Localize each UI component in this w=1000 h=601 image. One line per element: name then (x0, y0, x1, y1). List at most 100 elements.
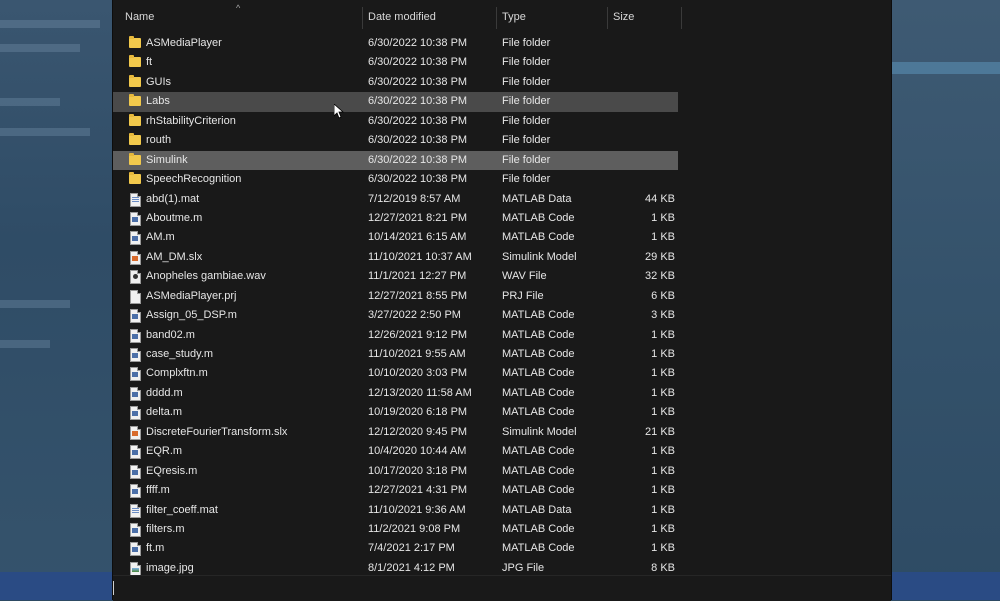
file-row[interactable]: ft.m 7/4/2021 2:17 PM MATLAB Code 1 KB (113, 539, 891, 558)
file-size: 1 KB (651, 328, 675, 341)
file-row[interactable]: GUIs 6/30/2022 10:38 PM File folder (113, 73, 891, 92)
column-header-type[interactable]: Type (502, 5, 526, 29)
file-size: 1 KB (651, 542, 675, 555)
file-row[interactable]: Complxftn.m 10/10/2020 3:03 PM MATLAB Code… (113, 364, 891, 383)
file-date-modified: 6/30/2022 10:38 PM (368, 153, 468, 166)
column-header-date[interactable]: Date modified (368, 5, 436, 29)
file-row[interactable]: ft 6/30/2022 10:38 PM File folder (113, 53, 891, 72)
file-name: ASMediaPlayer.prj (146, 289, 237, 302)
file-type: MATLAB Code (502, 484, 575, 497)
file-row[interactable]: delta.m 10/19/2020 6:18 PM MATLAB Code 1 KB (113, 403, 891, 422)
file-type: MATLAB Code (502, 445, 575, 458)
file-type: MATLAB Data (502, 503, 572, 516)
folder-icon (129, 55, 141, 68)
file-name: abd(1).mat (146, 192, 200, 205)
file-date-modified: 12/12/2020 9:45 PM (368, 425, 468, 438)
file-size: 1 KB (651, 211, 675, 224)
file-row[interactable]: EQresis.m 10/17/2020 3:18 PM MATLAB Code 1 … (113, 462, 891, 481)
matlab-code-icon (130, 386, 141, 401)
file-size: 1 KB (651, 503, 675, 516)
file-row[interactable]: ASMediaPlayer 6/30/2022 10:38 PM File fold… (113, 34, 891, 53)
folder-icon (129, 133, 141, 146)
file-name: GUIs (146, 75, 172, 88)
file-row[interactable]: DiscreteFourierTransform.slx 12/12/2020 9… (113, 423, 891, 442)
file-row[interactable]: filter_coeff.mat 11/10/2021 9:36 AM MATLAB… (113, 501, 891, 520)
wav-file-icon (130, 270, 141, 285)
file-name: SpeechRecognition (146, 173, 242, 186)
file-row[interactable]: EQR.m 10/4/2020 10:44 AM MATLAB Code 1 KB (113, 442, 891, 461)
folder-icon (129, 74, 141, 87)
folder-icon (129, 113, 141, 126)
column-header-name[interactable]: Name (125, 5, 154, 29)
file-date-modified: 11/10/2021 10:37 AM (368, 250, 472, 263)
file-type: MATLAB Data (502, 192, 572, 205)
file-row[interactable]: rhStabilityCriterion 6/30/2022 10:38 PM Fi… (113, 112, 891, 131)
file-date-modified: 6/30/2022 10:38 PM (368, 37, 468, 49)
file-row[interactable]: Simulink 6/30/2022 10:38 PM File folder (113, 150, 678, 171)
column-divider[interactable] (607, 7, 608, 29)
file-date-modified: 12/27/2021 8:21 PM (368, 211, 468, 224)
file-row[interactable]: Aboutme.m 12/27/2021 8:21 PM MATLAB Code 1 … (113, 209, 891, 228)
file-row[interactable]: routh 6/30/2022 10:38 PM File folder (113, 131, 891, 150)
file-type: File folder (502, 134, 551, 147)
file-name: delta.m (146, 406, 183, 419)
file-date-modified: 6/30/2022 10:38 PM (368, 75, 468, 88)
file-name: ft.m (146, 542, 165, 555)
column-divider[interactable] (681, 7, 682, 29)
file-name: Complxftn.m (146, 367, 208, 380)
file-row[interactable]: band02.m 12/26/2021 9:12 PM MATLAB Code 1 K… (113, 326, 891, 345)
file-date-modified: 11/1/2021 12:27 PM (368, 270, 467, 283)
file-size: 3 KB (651, 309, 675, 322)
file-row[interactable]: Assign_05_DSP.m 3/27/2022 2:50 PM MATLAB C… (113, 306, 891, 325)
file-size: 32 KB (645, 270, 675, 283)
file-date-modified: 12/27/2021 4:31 PM (368, 484, 468, 497)
column-divider[interactable] (362, 7, 363, 29)
file-row[interactable]: ASMediaPlayer.prj 12/27/2021 8:55 PM PRJ F… (113, 287, 891, 306)
file-size: 1 KB (651, 386, 675, 399)
text-caret (113, 581, 114, 595)
file-type: MATLAB Code (502, 367, 575, 380)
file-row[interactable]: Anopheles gambiae.wav 11/1/2021 12:27 PM W… (113, 267, 891, 286)
file-row[interactable]: case_study.m 11/10/2021 9:55 AM MATLAB Cod… (113, 345, 891, 364)
matlab-code-icon (130, 445, 141, 460)
file-name: filter_coeff.mat (146, 503, 218, 516)
file-type: Simulink Model (502, 425, 577, 438)
file-row[interactable]: Labs 6/30/2022 10:38 PM File folder (113, 92, 678, 112)
file-date-modified: 6/30/2022 10:38 PM (368, 114, 468, 127)
filename-input-area[interactable] (113, 575, 891, 601)
file-type: MATLAB Code (502, 211, 575, 224)
file-type: MATLAB Code (502, 464, 575, 477)
file-size: 1 KB (651, 522, 675, 535)
file-name: dddd.m (146, 386, 183, 399)
file-row[interactable]: abd(1).mat 7/12/2019 8:57 AM MATLAB Data 44… (113, 190, 891, 209)
file-row[interactable]: SpeechRecognition 6/30/2022 10:38 PM File … (113, 170, 891, 189)
file-row[interactable]: dddd.m 12/13/2020 11:58 AM MATLAB Code 1 KB (113, 384, 891, 403)
file-name: Aboutme.m (146, 211, 203, 224)
file-date-modified: 12/13/2020 11:58 AM (368, 386, 472, 399)
file-date-modified: 11/10/2021 9:55 AM (368, 348, 466, 360)
column-divider[interactable] (496, 7, 497, 29)
file-date-modified: 6/30/2022 10:38 PM (368, 56, 468, 69)
column-header-size[interactable]: Size (613, 5, 634, 29)
file-size: 1 KB (651, 464, 675, 477)
file-date-modified: 6/30/2022 10:38 PM (368, 95, 468, 108)
file-type: File folder (502, 37, 551, 49)
file-name: ft (146, 56, 153, 69)
file-row[interactable]: AM.m 10/14/2021 6:15 AM MATLAB Code 1 KB (113, 228, 891, 247)
file-row[interactable]: ffff.m 12/27/2021 4:31 PM MATLAB Code 1 KB (113, 481, 891, 500)
file-row[interactable]: AM_DM.slx 11/10/2021 10:37 AM Simulink Mod… (113, 248, 891, 267)
folder-icon (129, 36, 141, 48)
file-name: band02.m (146, 328, 195, 341)
simulink-model-icon (130, 425, 141, 440)
matlab-code-icon (130, 309, 141, 324)
file-date-modified: 3/27/2022 2:50 PM (368, 309, 461, 322)
file-type: MATLAB Code (502, 231, 575, 244)
matlab-code-icon (130, 367, 141, 382)
file-name: rhStabilityCriterion (146, 114, 236, 127)
file-type: MATLAB Code (502, 522, 575, 535)
mat-data-icon (130, 503, 141, 518)
folder-icon (129, 94, 141, 107)
matlab-code-icon (130, 406, 141, 421)
matlab-code-icon (130, 231, 141, 246)
file-row[interactable]: filters.m 11/2/2021 9:08 PM MATLAB Code 1 K… (113, 520, 891, 539)
